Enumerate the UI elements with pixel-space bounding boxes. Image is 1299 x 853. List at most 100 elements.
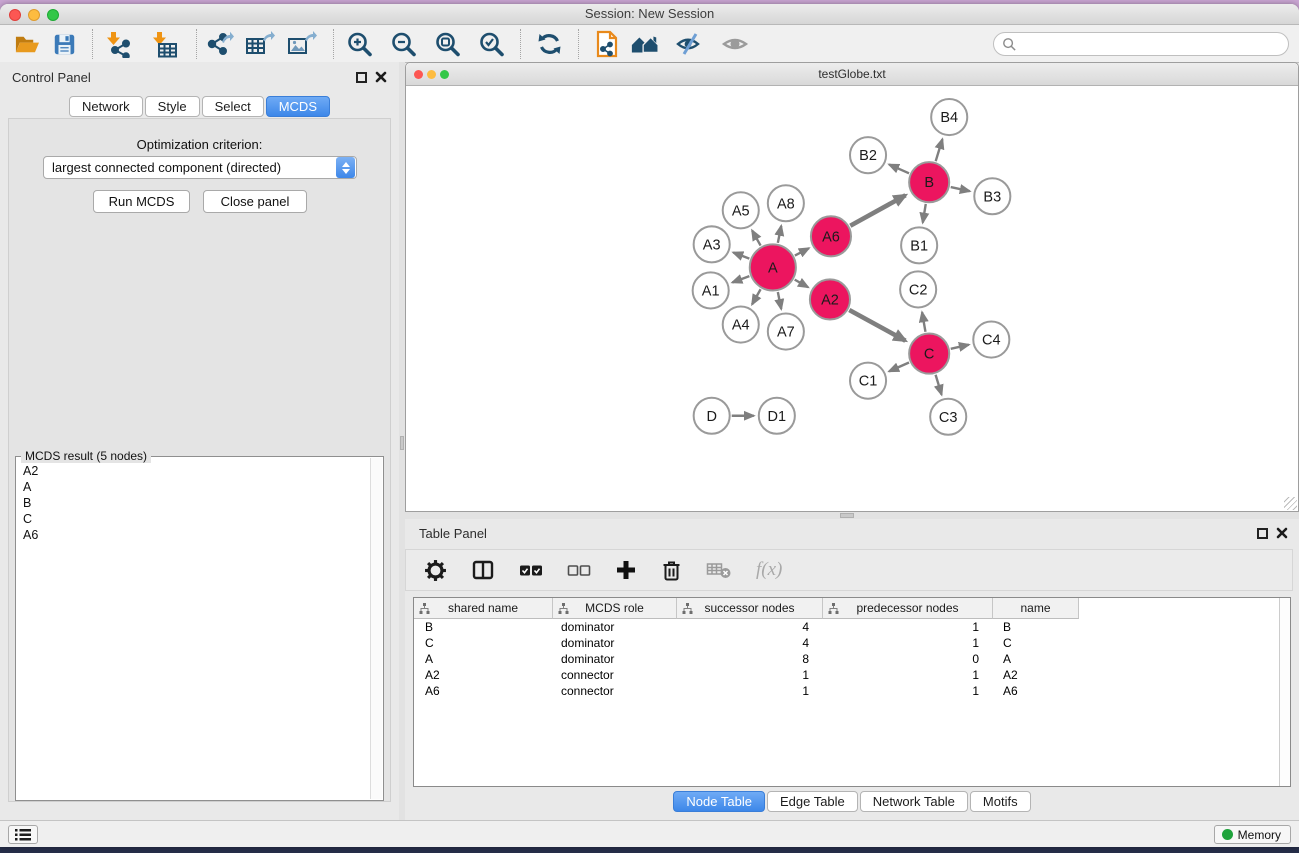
splitter-grip[interactable] bbox=[840, 513, 854, 518]
delete-column-button[interactable] bbox=[661, 559, 682, 582]
minimize-button[interactable] bbox=[28, 9, 40, 21]
graph-edge-C-C1[interactable] bbox=[889, 363, 909, 372]
tab-node-table[interactable]: Node Table bbox=[673, 791, 765, 812]
graph-edge-A-A8[interactable] bbox=[778, 226, 781, 243]
unselect-all-columns-button[interactable] bbox=[567, 559, 591, 581]
result-scrollbar[interactable] bbox=[370, 458, 382, 799]
result-item[interactable]: C bbox=[23, 511, 364, 527]
graph-edge-A-A7[interactable] bbox=[778, 292, 781, 309]
result-item[interactable]: A2 bbox=[23, 463, 364, 479]
table-row[interactable]: C dominator 4 1 C bbox=[414, 635, 1290, 651]
result-item[interactable]: B bbox=[23, 495, 364, 511]
tab-edge-table[interactable]: Edge Table bbox=[767, 791, 858, 812]
splitter-grip[interactable] bbox=[400, 436, 404, 450]
run-mcds-button[interactable]: Run MCDS bbox=[93, 190, 190, 213]
close-panel-icon[interactable] bbox=[375, 71, 387, 83]
network-from-clipboard-button[interactable] bbox=[592, 30, 622, 58]
function-builder-button[interactable]: f(x) bbox=[756, 559, 782, 581]
horizontal-splitter[interactable] bbox=[405, 512, 1299, 519]
delete-table-button[interactable] bbox=[706, 560, 732, 580]
graph-edge-A-A6[interactable] bbox=[795, 248, 809, 255]
minimize-button[interactable] bbox=[427, 70, 436, 79]
close-button[interactable] bbox=[9, 9, 21, 21]
graph-edge-B-B2[interactable] bbox=[889, 164, 909, 173]
tab-mcds[interactable]: MCDS bbox=[266, 96, 330, 117]
graph-edge-B-B4[interactable] bbox=[936, 139, 943, 161]
tab-style[interactable]: Style bbox=[145, 96, 200, 117]
export-network-button[interactable] bbox=[204, 30, 234, 58]
checked-boxes-icon bbox=[519, 559, 543, 581]
search-icon bbox=[1002, 37, 1017, 52]
zoom-button[interactable] bbox=[440, 70, 449, 79]
show-graphics-details-button[interactable] bbox=[720, 30, 750, 58]
home-view-button[interactable] bbox=[630, 30, 660, 58]
table-settings-button[interactable] bbox=[424, 559, 447, 582]
float-panel-icon[interactable] bbox=[1257, 528, 1268, 539]
show-task-history-button[interactable] bbox=[8, 825, 38, 844]
network-canvas[interactable]: AA6A2BCA5A8A3A1A4A7B4B2B3B1C2C4C1C3DD1 bbox=[406, 86, 1298, 511]
memory-button[interactable]: Memory bbox=[1214, 825, 1291, 844]
graph-edge-A-A4[interactable] bbox=[752, 289, 761, 304]
select-all-columns-button[interactable] bbox=[519, 559, 543, 581]
refresh-button[interactable] bbox=[534, 30, 564, 58]
zoom-out-button[interactable] bbox=[388, 30, 418, 58]
table-scrollbar[interactable] bbox=[1279, 598, 1290, 786]
unchecked-boxes-icon bbox=[567, 559, 591, 581]
graph-edge-A-A3[interactable] bbox=[733, 252, 749, 258]
graph-edge-A-A2[interactable] bbox=[795, 280, 808, 288]
memory-label: Memory bbox=[1238, 828, 1281, 842]
graph-node-label-A3: A3 bbox=[703, 237, 721, 253]
optimization-criterion-dropdown[interactable]: largest connected component (directed) bbox=[43, 156, 357, 179]
zoom-selected-button[interactable] bbox=[476, 30, 506, 58]
import-network-button[interactable] bbox=[103, 30, 133, 58]
column-header-predecessor-nodes[interactable]: predecessor nodes bbox=[823, 598, 993, 619]
hide-graphics-details-button[interactable] bbox=[674, 30, 704, 58]
graph-node-label-B2: B2 bbox=[859, 148, 877, 164]
column-header-successor-nodes[interactable]: successor nodes bbox=[677, 598, 823, 619]
column-header-shared-name[interactable]: shared name bbox=[414, 598, 553, 619]
graph-edge-A6-B[interactable] bbox=[850, 195, 905, 225]
result-item[interactable]: A bbox=[23, 479, 364, 495]
optimization-criterion-label: Optimization criterion: bbox=[9, 137, 390, 152]
import-table-button[interactable] bbox=[149, 30, 179, 58]
table-row[interactable]: A6 connector 1 1 A6 bbox=[414, 683, 1290, 699]
window-resize-grip[interactable] bbox=[1284, 497, 1297, 510]
show-columns-button[interactable] bbox=[471, 559, 495, 581]
table-row[interactable]: B dominator 4 1 B bbox=[414, 619, 1290, 635]
graph-edge-C-C3[interactable] bbox=[936, 375, 942, 395]
eye-pen-icon bbox=[675, 31, 703, 57]
graph-edge-C-C4[interactable] bbox=[951, 345, 969, 349]
table-row[interactable]: A dominator 8 0 A bbox=[414, 651, 1290, 667]
tab-network-table[interactable]: Network Table bbox=[860, 791, 968, 812]
graph-edge-B-B3[interactable] bbox=[951, 187, 970, 191]
graph-edge-A-A1[interactable] bbox=[732, 276, 749, 282]
control-panel-title: Control Panel bbox=[12, 70, 91, 85]
zoom-fit-button[interactable] bbox=[432, 30, 462, 58]
graph-node-label-D: D bbox=[706, 409, 716, 425]
export-image-button[interactable] bbox=[287, 30, 317, 58]
open-session-button[interactable] bbox=[11, 30, 41, 58]
graph-edge-B-B1[interactable] bbox=[923, 204, 926, 223]
graph-edge-C-C2[interactable] bbox=[922, 312, 925, 332]
export-table-button[interactable] bbox=[245, 30, 275, 58]
graph-edge-A-A5[interactable] bbox=[752, 230, 761, 245]
result-item[interactable]: A6 bbox=[23, 527, 364, 543]
column-header-mcds-role[interactable]: MCDS role bbox=[553, 598, 677, 619]
zoom-in-button[interactable] bbox=[344, 30, 374, 58]
fullscreen-button[interactable] bbox=[47, 9, 59, 21]
gear-icon bbox=[424, 559, 447, 582]
close-panel-icon[interactable] bbox=[1276, 527, 1288, 539]
column-header-name[interactable]: name bbox=[993, 598, 1079, 619]
graph-edge-A2-C[interactable] bbox=[849, 310, 905, 341]
save-session-button[interactable] bbox=[49, 30, 79, 58]
close-panel-button[interactable]: Close panel bbox=[203, 190, 307, 213]
network-graph[interactable]: AA6A2BCA5A8A3A1A4A7B4B2B3B1C2C4C1C3DD1 bbox=[406, 86, 1298, 511]
tab-network[interactable]: Network bbox=[69, 96, 143, 117]
create-column-button[interactable] bbox=[615, 559, 637, 581]
tab-motifs[interactable]: Motifs bbox=[970, 791, 1031, 812]
table-row[interactable]: A2 connector 1 1 A2 bbox=[414, 667, 1290, 683]
float-panel-icon[interactable] bbox=[356, 72, 367, 83]
close-button[interactable] bbox=[414, 70, 423, 79]
search-input[interactable] bbox=[1017, 34, 1288, 54]
tab-select[interactable]: Select bbox=[202, 96, 264, 117]
